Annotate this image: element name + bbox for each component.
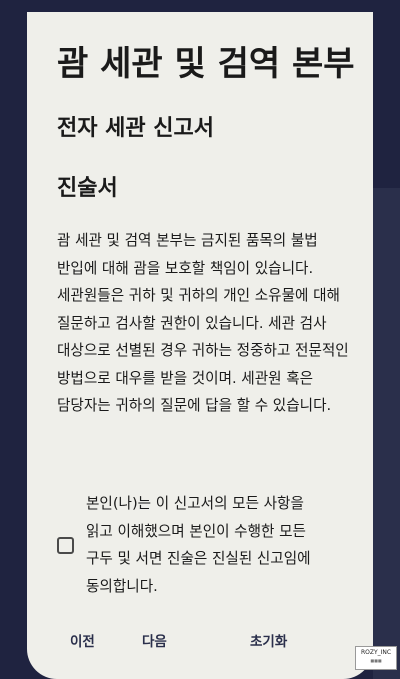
bottom-navigation: 이전 다음 초기화 (27, 630, 373, 654)
statement-text: 괌 세관 및 검역 본부는 금지된 품목의 불법 반입에 대해 괌을 보호할 책… (57, 232, 349, 414)
prev-button[interactable]: 이전 (70, 630, 95, 650)
consent-row[interactable]: 본인(나)는 이 신고서의 모든 사항을 읽고 이해했으며 본인이 수행한 모든… (57, 490, 347, 600)
declaration-card: 괌 세관 및 검역 본부 전자 세관 신고서 진술서 괌 세관 및 검역 본부는… (27, 12, 373, 679)
form-title: 전자 세관 신고서 (57, 116, 214, 141)
agency-title: 괌 세관 및 검역 본부 (57, 44, 355, 84)
scrollbar-track[interactable] (373, 188, 400, 679)
consent-label[interactable]: 본인(나)는 이 신고서의 모든 사항을 읽고 이해했으며 본인이 수행한 모든… (86, 490, 326, 600)
watermark-text: ROZY_INC (360, 649, 392, 656)
consent-checkbox[interactable] (57, 536, 74, 554)
reset-button[interactable]: 초기화 (250, 630, 287, 650)
watermark-mark: ■■■ (370, 658, 382, 663)
app-screen: 괌 세관 및 검역 본부 전자 세관 신고서 진술서 괌 세관 및 검역 본부는… (0, 0, 400, 679)
declaration-content: 괌 세관 및 검역 본부 전자 세관 신고서 진술서 괌 세관 및 검역 본부는… (57, 42, 357, 420)
next-button[interactable]: 다음 (142, 630, 167, 650)
section-title: 진술서 (57, 176, 118, 201)
watermark-logo: ROZY_INC ■■■ (355, 646, 397, 670)
status-bar (0, 0, 400, 12)
